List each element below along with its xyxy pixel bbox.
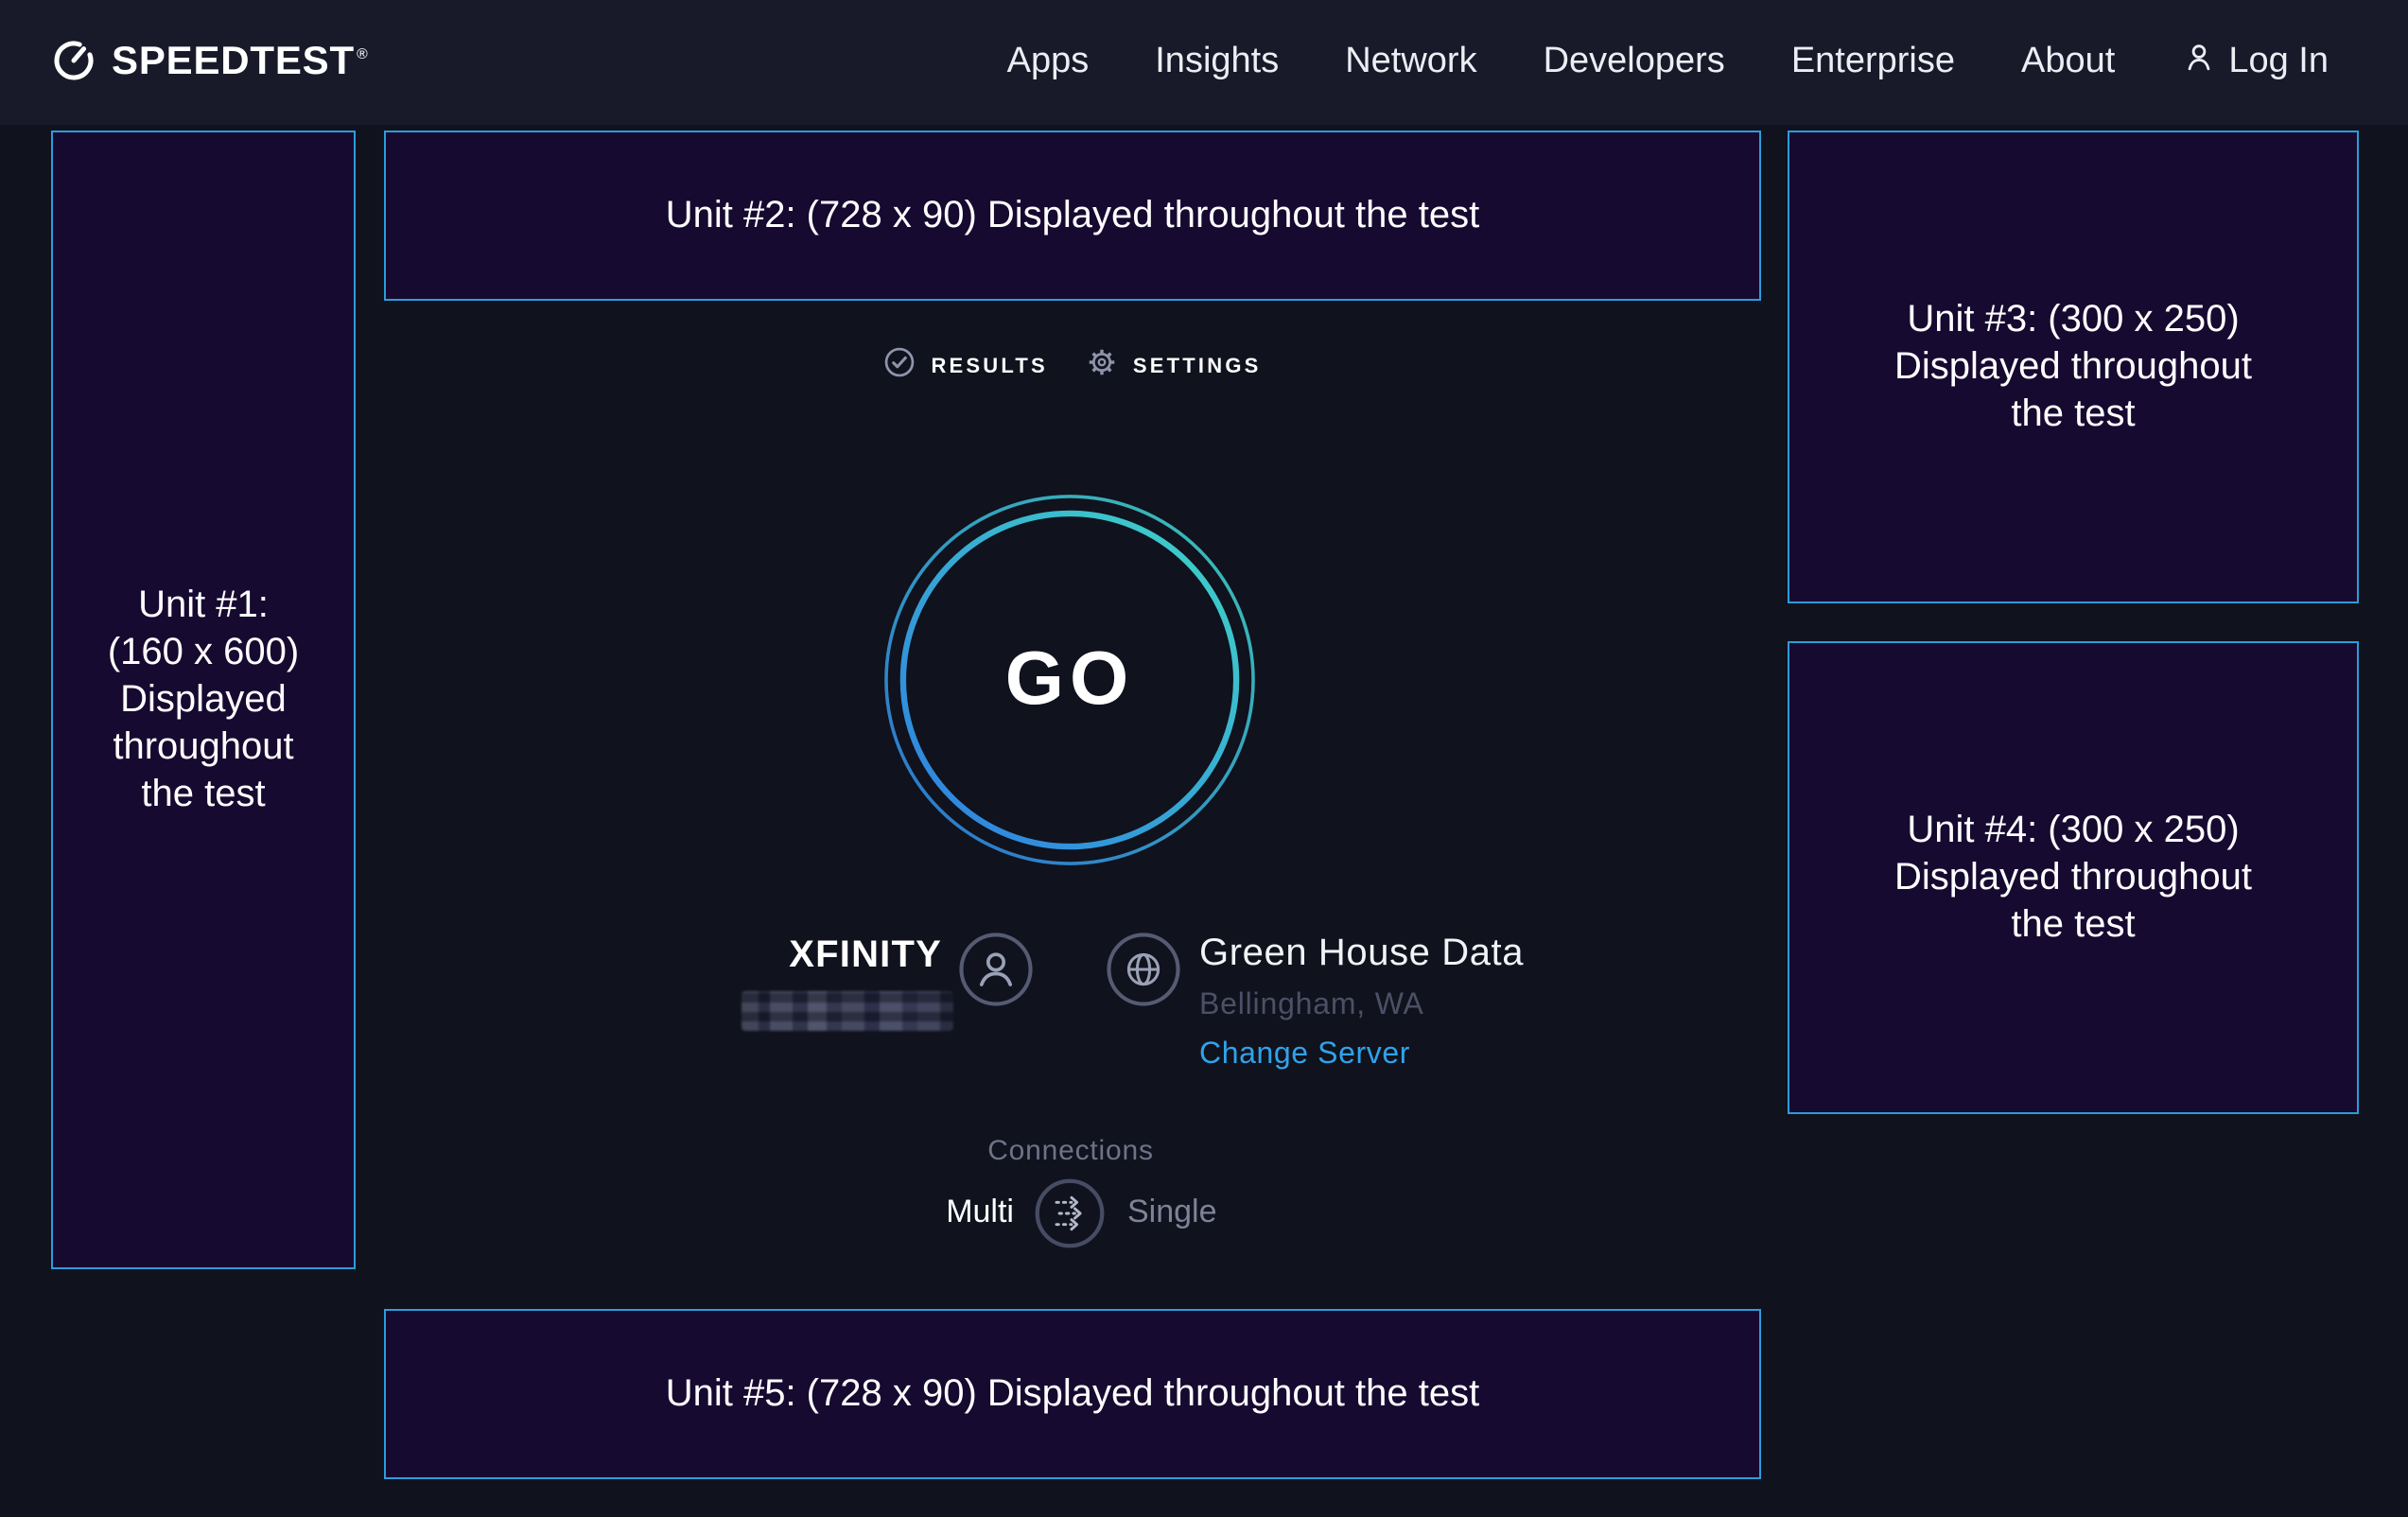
check-circle-icon — [883, 346, 916, 388]
change-server-link[interactable]: Change Server — [1199, 1038, 1410, 1072]
login-button[interactable]: Log In — [2181, 39, 2329, 86]
tab-results-label: RESULTS — [931, 356, 1047, 378]
nav-item-about[interactable]: About — [2021, 42, 2115, 83]
isp-ip-redacted — [742, 991, 953, 1031]
connections-toggle[interactable] — [1035, 1178, 1105, 1248]
login-label: Log In — [2228, 42, 2329, 83]
ad-unit-5[interactable]: Unit #5: (728 x 90) Displayed throughout… — [384, 1309, 1761, 1479]
nav-item-insights[interactable]: Insights — [1155, 42, 1279, 83]
connections-label: Connections — [883, 1135, 1258, 1167]
server-location: Bellingham, WA — [1199, 989, 1424, 1023]
ad-unit-5-text: Unit #5: (728 x 90) Displayed throughout… — [666, 1370, 1480, 1418]
isp-name: XFINITY — [677, 934, 942, 978]
logo-wordmark: SPEEDTEST® — [112, 40, 369, 85]
server-globe-icon — [1107, 933, 1180, 1016]
tab-settings-label: SETTINGS — [1133, 356, 1262, 378]
ad-unit-4[interactable]: Unit #4: (300 x 250) Displayed throughou… — [1788, 641, 2359, 1114]
ad-unit-1-text: Unit #1: (160 x 600) Displayed throughou… — [99, 582, 307, 818]
trademark-mark: ® — [357, 45, 369, 62]
ad-unit-3-text: Unit #3: (300 x 250) Displayed throughou… — [1867, 296, 2279, 438]
main-nav: Apps Insights Network Developers Enterpr… — [1007, 39, 2329, 86]
gear-icon — [1086, 346, 1118, 388]
connections-multi[interactable]: Multi — [825, 1194, 1014, 1231]
ad-unit-4-text: Unit #4: (300 x 250) Displayed throughou… — [1867, 807, 2279, 949]
tab-results[interactable]: RESULTS — [883, 346, 1047, 388]
connections-single[interactable]: Single — [1127, 1194, 1317, 1231]
nav-item-enterprise[interactable]: Enterprise — [1791, 42, 1955, 83]
speedometer-icon — [51, 35, 96, 90]
ad-unit-2[interactable]: Unit #2: (728 x 90) Displayed throughout… — [384, 131, 1761, 301]
speedtest-page: SPEEDTEST® Apps Insights Network Develop… — [0, 0, 2408, 1517]
tab-settings[interactable]: SETTINGS — [1086, 346, 1262, 388]
nav-item-apps[interactable]: Apps — [1007, 42, 1090, 83]
nav-item-network[interactable]: Network — [1345, 42, 1476, 83]
isp-user-icon — [959, 933, 1033, 1016]
multi-connection-arrows-icon — [1035, 1178, 1105, 1248]
server-name[interactable]: Green House Data — [1199, 933, 1524, 976]
ad-unit-3[interactable]: Unit #3: (300 x 250) Displayed throughou… — [1788, 131, 2359, 603]
nav-item-developers[interactable]: Developers — [1544, 42, 1725, 83]
ad-unit-1[interactable]: Unit #1: (160 x 600) Displayed throughou… — [51, 131, 356, 1269]
speedtest-logo[interactable]: SPEEDTEST® — [51, 35, 369, 90]
tabs-row: RESULTS SETTINGS — [384, 346, 1761, 388]
go-button[interactable]: GO — [881, 492, 1258, 868]
ad-unit-2-text: Unit #2: (728 x 90) Displayed throughout… — [666, 192, 1480, 239]
go-label: GO — [881, 492, 1258, 868]
top-nav-bar: SPEEDTEST® Apps Insights Network Develop… — [0, 0, 2408, 125]
user-icon — [2181, 39, 2217, 86]
